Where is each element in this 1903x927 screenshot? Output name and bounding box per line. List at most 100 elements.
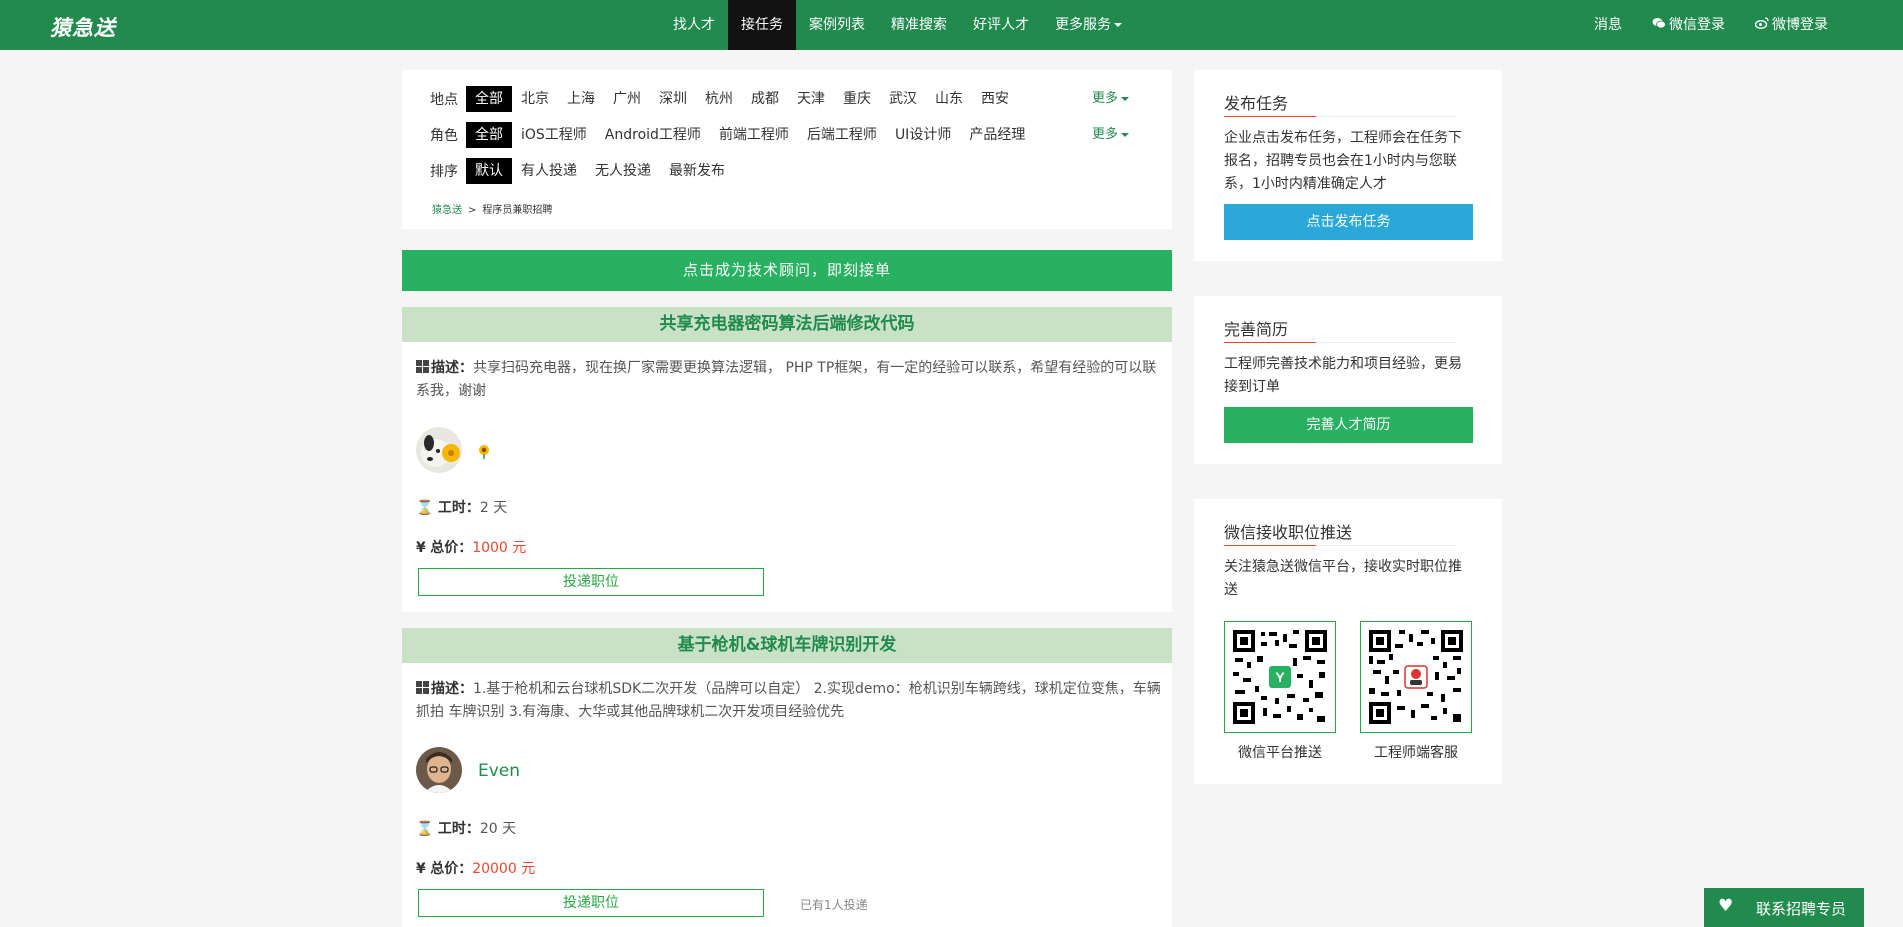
nav-messages[interactable]: 消息 bbox=[1579, 0, 1637, 50]
apply-job-button[interactable]: 投递职位 bbox=[418, 889, 764, 917]
role-option[interactable]: 产品经理 bbox=[960, 122, 1034, 148]
become-consultant-banner[interactable]: 点击成为技术顾问，即刻接单 bbox=[402, 250, 1172, 291]
site-logo[interactable]: 猿急送 bbox=[50, 12, 116, 42]
nav-wechat-login[interactable]: 微信登录 bbox=[1637, 0, 1740, 50]
nav-weibo-login[interactable]: 微博登录 bbox=[1740, 0, 1843, 50]
filter-panel: 地点 全部 北京 上海 广州 深圳 杭州 成都 天津 重庆 武汉 山东 西安 更… bbox=[402, 70, 1172, 229]
breadcrumb: 猿急送 > 程序员兼职招聘 bbox=[432, 201, 552, 216]
duration-value: 20 天 bbox=[479, 821, 517, 837]
location-option[interactable]: 山东 bbox=[926, 86, 972, 112]
role-option[interactable]: UI设计师 bbox=[886, 122, 960, 148]
engineer-support-qr-code bbox=[1360, 621, 1472, 733]
job-price: ¥ 总价：20000 元 bbox=[416, 858, 535, 878]
sort-filter: 排序 默认 有人投递 无人投递 最新发布 bbox=[430, 158, 734, 184]
wechat-icon bbox=[1652, 1, 1666, 51]
location-option[interactable]: 北京 bbox=[512, 86, 558, 112]
yen-icon: ¥ bbox=[416, 861, 426, 877]
role-more-button[interactable]: 更多 bbox=[1092, 122, 1130, 148]
location-option[interactable]: 上海 bbox=[558, 86, 604, 112]
location-option[interactable]: 西安 bbox=[972, 86, 1018, 112]
nav-precise-search[interactable]: 精准搜索 bbox=[878, 0, 960, 50]
contact-recruiter-label: 联系招聘专员 bbox=[1756, 900, 1847, 918]
engineer-support-qr-caption: 工程师端客服 bbox=[1374, 745, 1458, 761]
location-option[interactable]: 成都 bbox=[742, 86, 788, 112]
chevron-down-icon bbox=[1121, 132, 1130, 137]
job-title[interactable]: 共享充电器密码算法后端修改代码 bbox=[402, 307, 1172, 342]
nav-cases[interactable]: 案例列表 bbox=[796, 0, 878, 50]
role-option[interactable]: 全部 bbox=[466, 122, 512, 148]
avatar[interactable] bbox=[416, 747, 462, 793]
wechat-card-title: 微信接收职位推送 bbox=[1224, 523, 1353, 542]
nav-find-talent[interactable]: 找人才 bbox=[660, 0, 728, 50]
price-label: 总价： bbox=[430, 540, 473, 556]
job-duration: ⌛ 工时：20 天 bbox=[416, 818, 516, 838]
apply-job-button[interactable]: 投递职位 bbox=[418, 568, 764, 596]
nav-take-task[interactable]: 接任务 bbox=[728, 0, 796, 50]
job-card: 基于枪机&球机车牌识别开发 描述：1.基于枪机和云台球机SDK二次开发（品牌可以… bbox=[402, 628, 1172, 927]
description-text: 1.基于枪机和云台球机SDK二次开发（品牌可以自定） 2.实现demo：枪机识别… bbox=[416, 681, 1161, 720]
yen-icon: ¥ bbox=[416, 540, 426, 556]
hourglass-icon: ⌛ bbox=[416, 821, 434, 837]
location-option[interactable]: 深圳 bbox=[650, 86, 696, 112]
location-option[interactable]: 全部 bbox=[466, 86, 512, 112]
resume-card-text: 工程师完善技术能力和项目经验，更易接到订单 bbox=[1224, 356, 1462, 395]
breadcrumb-current: 程序员兼职招聘 bbox=[482, 205, 553, 216]
sunflower-badge-icon bbox=[476, 443, 492, 463]
location-option[interactable]: 杭州 bbox=[696, 86, 742, 112]
duration-label: 工时： bbox=[437, 821, 480, 837]
title-divider bbox=[1224, 545, 1456, 546]
resume-card-title: 完善简历 bbox=[1224, 320, 1289, 339]
main-nav: 找人才 接任务 案例列表 精准搜索 好评人才 更多服务 bbox=[660, 0, 1135, 50]
price-value: 1000 元 bbox=[472, 540, 527, 556]
grid-icon bbox=[416, 360, 429, 373]
sort-filter-label: 排序 bbox=[430, 164, 458, 180]
poster-username[interactable]: Even bbox=[478, 761, 520, 781]
location-option[interactable]: 广州 bbox=[604, 86, 650, 112]
complete-resume-button[interactable]: 完善人才简历 bbox=[1224, 407, 1473, 443]
location-option[interactable]: 天津 bbox=[788, 86, 834, 112]
description-label: 描述： bbox=[431, 681, 473, 697]
description-label: 描述： bbox=[431, 360, 473, 376]
location-option[interactable]: 重庆 bbox=[834, 86, 880, 112]
job-description: 描述：1.基于枪机和云台球机SDK二次开发（品牌可以自定） 2.实现demo：枪… bbox=[416, 678, 1161, 724]
duration-label: 工时： bbox=[437, 500, 480, 516]
role-option[interactable]: iOS工程师 bbox=[512, 122, 596, 148]
location-filter-label: 地点 bbox=[430, 92, 458, 108]
hourglass-icon: ⌛ bbox=[416, 500, 434, 516]
role-option[interactable]: Android工程师 bbox=[596, 122, 710, 148]
nav-more-services[interactable]: 更多服务 bbox=[1042, 0, 1135, 50]
chevron-down-icon bbox=[1114, 23, 1122, 27]
breadcrumb-home-link[interactable]: 猿急送 bbox=[432, 205, 462, 216]
publish-card-title: 发布任务 bbox=[1224, 94, 1289, 113]
job-title[interactable]: 基于枪机&球机车牌识别开发 bbox=[402, 628, 1172, 663]
title-divider bbox=[1224, 342, 1456, 343]
location-option[interactable]: 武汉 bbox=[880, 86, 926, 112]
sort-option[interactable]: 有人投递 bbox=[512, 158, 586, 184]
role-option[interactable]: 前端工程师 bbox=[710, 122, 798, 148]
resume-card: 完善简历 工程师完善技术能力和项目经验，更易接到订单 完善人才简历 bbox=[1194, 296, 1502, 464]
job-card: 共享充电器密码算法后端修改代码 描述：共享扫码充电器，现在换厂家需要更换算法逻辑… bbox=[402, 307, 1172, 612]
sort-option[interactable]: 无人投递 bbox=[586, 158, 660, 184]
heart-icon: ♥ bbox=[1718, 896, 1734, 916]
wechat-push-card: 微信接收职位推送 关注猿急送微信平台，接收实时职位推送 Y 微信平台推送 工程师… bbox=[1194, 499, 1502, 784]
price-value: 20000 元 bbox=[472, 861, 536, 877]
role-option[interactable]: 后端工程师 bbox=[798, 122, 886, 148]
price-label: 总价： bbox=[430, 861, 473, 877]
avatar[interactable] bbox=[416, 427, 462, 473]
contact-recruiter-button[interactable]: ♥ 联系招聘专员 bbox=[1704, 888, 1864, 927]
weibo-icon bbox=[1754, 1, 1769, 51]
job-description: 描述：共享扫码充电器，现在换厂家需要更换算法逻辑， PHP TP框架，有一定的经… bbox=[416, 357, 1161, 403]
publish-task-button[interactable]: 点击发布任务 bbox=[1224, 204, 1473, 240]
nav-user-actions: 消息 微信登录 微博登录 bbox=[1579, 0, 1843, 50]
sort-option[interactable]: 最新发布 bbox=[660, 158, 734, 184]
grid-icon bbox=[416, 681, 429, 694]
wechat-platform-qr-code: Y bbox=[1224, 621, 1336, 733]
wechat-platform-qr-caption: 微信平台推送 bbox=[1238, 745, 1322, 761]
role-filter-label: 角色 bbox=[430, 128, 458, 144]
description-text: 共享扫码充电器，现在换厂家需要更换算法逻辑， PHP TP框架，有一定的经验可以… bbox=[416, 360, 1157, 399]
breadcrumb-separator: > bbox=[468, 205, 477, 216]
sort-option[interactable]: 默认 bbox=[466, 158, 512, 184]
chevron-down-icon bbox=[1121, 96, 1130, 101]
location-more-button[interactable]: 更多 bbox=[1092, 86, 1130, 112]
nav-top-rated[interactable]: 好评人才 bbox=[960, 0, 1042, 50]
